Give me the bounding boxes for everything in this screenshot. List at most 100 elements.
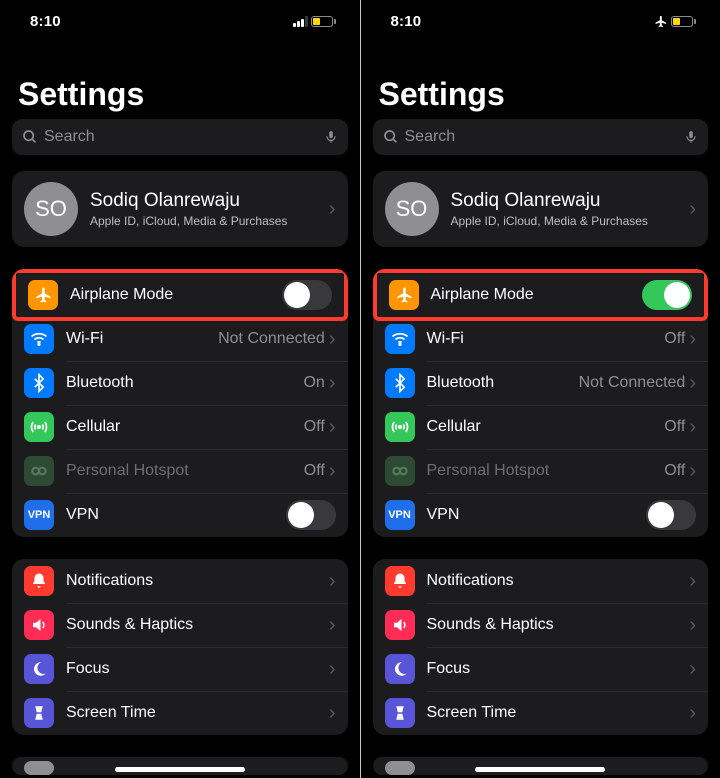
chevron-right-icon: › [689,658,696,681]
airplane-mode-row[interactable]: Airplane Mode [16,273,344,317]
search-placeholder: Search [405,128,679,146]
vpn-label: VPN [427,506,647,524]
cellular-icon [385,412,415,442]
mic-icon[interactable] [684,128,698,146]
highlight-box: Airplane Mode [373,269,709,321]
chevron-right-icon: › [329,372,336,395]
highlight-box: Airplane Mode [12,269,348,321]
chevron-right-icon: › [329,416,336,439]
hotspot-row[interactable]: Personal Hotspot Off › [373,449,709,493]
focus-icon [385,654,415,684]
connectivity-group: Airplane Mode Wi-Fi Not Connected › Blue… [12,269,348,537]
vpn-icon: VPN [24,500,54,530]
bluetooth-status: Not Connected [579,374,686,392]
cellular-row[interactable]: Cellular Off › [12,405,348,449]
chevron-right-icon: › [329,328,336,351]
search-input[interactable]: Search [373,119,709,155]
vpn-row[interactable]: VPN VPN [12,493,348,537]
airplane-icon [28,280,58,310]
chevron-right-icon: › [329,570,336,593]
vpn-switch[interactable] [286,500,336,530]
chevron-right-icon: › [689,614,696,637]
status-icons [653,14,696,29]
bluetooth-status: On [303,374,324,392]
focus-label: Focus [66,660,329,678]
chevron-right-icon: › [689,570,696,593]
chevron-right-icon: › [329,198,336,221]
wifi-status: Not Connected [218,330,325,348]
notifications-row[interactable]: Notifications › [373,559,709,603]
cellular-icon [24,412,54,442]
cellular-row[interactable]: Cellular Off › [373,405,709,449]
chevron-right-icon: › [689,416,696,439]
wifi-icon [385,324,415,354]
chevron-right-icon: › [689,372,696,395]
search-input[interactable]: Search [12,119,348,155]
notifications-icon [24,566,54,596]
notifications-label: Notifications [427,572,690,590]
airplane-mode-switch[interactable] [282,280,332,310]
focus-row[interactable]: Focus › [373,647,709,691]
next-group-peek [12,757,348,775]
search-placeholder: Search [44,128,318,146]
bluetooth-icon [24,368,54,398]
next-group-peek [373,757,709,775]
general-icon [385,761,415,775]
profile-group: SO Sodiq Olanrewaju Apple ID, iCloud, Me… [373,171,709,247]
search-icon [22,129,38,145]
notifications-row[interactable]: Notifications › [12,559,348,603]
screen-right: 8:10 Settings Search SO Sodiq Olanrewaju… [361,0,720,778]
notifications-label: Notifications [66,572,329,590]
bluetooth-label: Bluetooth [66,374,303,392]
battery-icon [671,16,696,27]
hotspot-row[interactable]: Personal Hotspot Off › [12,449,348,493]
hotspot-icon [385,456,415,486]
page-title: Settings [379,76,709,113]
airplane-mode-label: Airplane Mode [431,286,643,304]
screentime-icon [24,698,54,728]
vpn-icon: VPN [385,500,415,530]
profile-row[interactable]: SO Sodiq Olanrewaju Apple ID, iCloud, Me… [373,171,709,247]
home-indicator[interactable] [115,767,245,772]
vpn-row[interactable]: VPN VPN [373,493,709,537]
sounds-icon [24,610,54,640]
airplane-mode-row[interactable]: Airplane Mode [377,273,705,317]
search-icon [383,129,399,145]
sounds-row[interactable]: Sounds & Haptics › [12,603,348,647]
hotspot-status: Off [664,462,685,480]
cellular-status: Off [664,418,685,436]
wifi-row[interactable]: Wi-Fi Not Connected › [12,317,348,361]
wifi-row[interactable]: Wi-Fi Off › [373,317,709,361]
screentime-icon [385,698,415,728]
hotspot-icon [24,456,54,486]
airplane-mode-switch[interactable] [642,280,692,310]
bluetooth-row[interactable]: Bluetooth On › [12,361,348,405]
cellular-status: Off [304,418,325,436]
sounds-row[interactable]: Sounds & Haptics › [373,603,709,647]
battery-icon [311,16,336,27]
chevron-right-icon: › [689,328,696,351]
status-bar: 8:10 [361,0,720,42]
profile-row[interactable]: SO Sodiq Olanrewaju Apple ID, iCloud, Me… [12,171,348,247]
avatar: SO [385,182,439,236]
wifi-status: Off [664,330,685,348]
wifi-label: Wi-Fi [427,330,665,348]
chevron-right-icon: › [329,658,336,681]
page-title: Settings [18,76,348,113]
vpn-switch[interactable] [646,500,696,530]
focus-row[interactable]: Focus › [12,647,348,691]
status-time: 8:10 [391,13,422,30]
screen-left: 8:10 Settings Search SO Sodiq Olanrewaju… [0,0,360,778]
screentime-row[interactable]: Screen Time › [12,691,348,735]
bluetooth-row[interactable]: Bluetooth Not Connected › [373,361,709,405]
avatar: SO [24,182,78,236]
screentime-label: Screen Time [427,704,690,722]
chevron-right-icon: › [329,702,336,725]
profile-group: SO Sodiq Olanrewaju Apple ID, iCloud, Me… [12,171,348,247]
bluetooth-icon [385,368,415,398]
mic-icon[interactable] [324,128,338,146]
screentime-row[interactable]: Screen Time › [373,691,709,735]
system-group: Notifications › Sounds & Haptics › Focus… [373,559,709,735]
home-indicator[interactable] [475,767,605,772]
general-icon [24,761,54,775]
